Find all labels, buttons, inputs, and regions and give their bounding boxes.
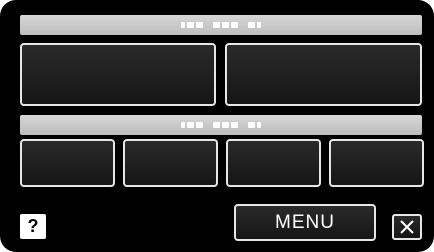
close-icon xyxy=(400,220,414,234)
menu-button[interactable]: MENU xyxy=(234,204,376,241)
small-option-button-2[interactable] xyxy=(123,139,218,187)
menu-label: MENU xyxy=(275,211,335,233)
top-title-bar xyxy=(20,15,422,35)
small-option-button-3[interactable] xyxy=(226,139,321,187)
middle-title-glyphs xyxy=(181,122,261,128)
large-option-button-left[interactable] xyxy=(20,43,216,106)
middle-title-bar xyxy=(20,115,422,135)
camera-screen: ? MENU xyxy=(0,0,434,252)
help-button[interactable]: ? xyxy=(20,214,46,239)
top-title-glyphs xyxy=(181,22,261,28)
question-mark-icon: ? xyxy=(27,216,39,236)
close-button[interactable] xyxy=(392,214,422,240)
large-option-button-right[interactable] xyxy=(225,43,422,106)
small-option-button-1[interactable] xyxy=(20,139,115,187)
small-option-button-4[interactable] xyxy=(329,139,424,187)
